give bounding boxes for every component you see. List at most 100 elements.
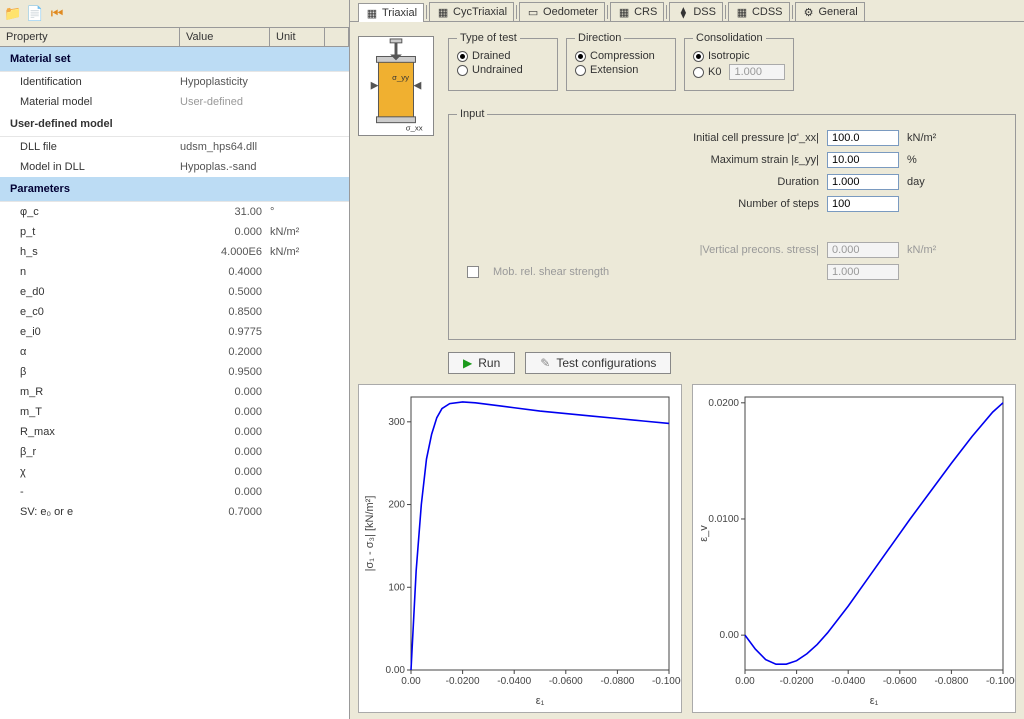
svg-text:-0.0200: -0.0200 <box>780 676 814 687</box>
tab-dss[interactable]: ⧫DSS <box>669 2 723 21</box>
param-row[interactable]: e_i00.9775 <box>0 322 349 342</box>
folder-icon[interactable]: 📁 <box>4 5 22 23</box>
new-doc-icon[interactable]: 📄 <box>26 5 44 23</box>
param-row[interactable]: m_R0.000 <box>0 382 349 402</box>
svg-text:100: 100 <box>388 582 405 593</box>
config-icon: ✎ <box>540 356 550 370</box>
svg-text:300: 300 <box>388 417 405 428</box>
col-unit[interactable]: Unit <box>270 28 325 46</box>
tab-icon: ⧫ <box>676 5 690 19</box>
radio-icon <box>457 65 468 76</box>
row-dll-file[interactable]: DLL file udsm_hps64.dll <box>0 137 349 157</box>
tab-icon: ▦ <box>436 5 450 19</box>
col-property[interactable]: Property <box>0 28 180 46</box>
radio-icon <box>693 67 704 78</box>
param-row[interactable]: α0.2000 <box>0 342 349 362</box>
svg-text:-0.1000: -0.1000 <box>652 676 681 687</box>
tab-separator <box>516 5 517 19</box>
test-config-button[interactable]: ✎ Test configurations <box>525 352 671 374</box>
param-row[interactable]: e_c00.8500 <box>0 302 349 322</box>
input-duration[interactable] <box>827 174 899 190</box>
radio-extension[interactable]: Extension <box>575 64 667 76</box>
param-row[interactable]: SV: e₀ or e0.7000 <box>0 502 349 522</box>
row-max-strain: Maximum strain |ε_yy| % <box>457 152 947 168</box>
svg-text:σ_yy: σ_yy <box>392 73 409 82</box>
input-steps[interactable] <box>827 196 899 212</box>
param-row[interactable]: -0.000 <box>0 482 349 502</box>
svg-text:-0.1000: -0.1000 <box>986 676 1015 687</box>
chart-ev-vs-eps1[interactable]: 0.00-0.0200-0.0400-0.0600-0.0800-0.10000… <box>692 384 1016 713</box>
section-udm: User-defined model <box>0 112 349 137</box>
result-charts: 0.00-0.0200-0.0400-0.0600-0.0800-0.10000… <box>358 384 1016 713</box>
svg-text:-0.0600: -0.0600 <box>883 676 917 687</box>
radio-isotropic[interactable]: Isotropic <box>693 50 785 62</box>
svg-text:-0.0400: -0.0400 <box>497 676 531 687</box>
tab-separator <box>666 5 667 19</box>
tab-triaxial[interactable]: ▦Triaxial <box>358 3 424 22</box>
test-panel: ▦Triaxial ▦CycTriaxial ▭Oedometer ▦CRS ⧫DSS ▦… <box>350 0 1024 719</box>
svg-text:ε₁: ε₁ <box>536 695 545 707</box>
fs-input: Input Initial cell pressure |σ'_xx| kN/m… <box>448 108 1016 340</box>
tab-general[interactable]: ⚙General <box>795 2 865 21</box>
param-row[interactable]: m_T0.000 <box>0 402 349 422</box>
tab-cyctriaxial[interactable]: ▦CycTriaxial <box>429 2 514 21</box>
param-row[interactable]: β0.9500 <box>0 362 349 382</box>
param-row[interactable]: χ0.000 <box>0 462 349 482</box>
param-row[interactable]: h_s4.000E6kN/m² <box>0 242 349 262</box>
radio-drained[interactable]: Drained <box>457 50 549 62</box>
radio-undrained[interactable]: Undrained <box>457 64 549 76</box>
svg-text:0.00: 0.00 <box>401 676 421 687</box>
left-toolbar: 📁 📄 ⏮ <box>0 0 349 28</box>
radio-icon <box>575 51 586 62</box>
tab-crs[interactable]: ▦CRS <box>610 2 664 21</box>
row-precons: |Vertical precons. stress| kN/m² <box>457 242 947 258</box>
param-row[interactable]: e_d00.5000 <box>0 282 349 302</box>
svg-text:200: 200 <box>388 500 405 511</box>
input-max-strain[interactable] <box>827 152 899 168</box>
svg-text:0.00: 0.00 <box>386 665 406 676</box>
col-tail <box>325 28 349 46</box>
tab-cdss[interactable]: ▦CDSS <box>728 2 790 21</box>
chart-q-vs-eps1[interactable]: 0.00-0.0200-0.0400-0.0600-0.0800-0.10000… <box>358 384 682 713</box>
section-parameters: Parameters <box>0 177 349 202</box>
param-row[interactable]: p_t0.000kN/m² <box>0 222 349 242</box>
tab-icon: ▭ <box>526 5 540 19</box>
col-value[interactable]: Value <box>180 28 270 46</box>
tab-oedometer[interactable]: ▭Oedometer <box>519 2 605 21</box>
svg-text:0.00: 0.00 <box>720 630 740 641</box>
radio-k0[interactable]: K0 1.000 <box>693 64 785 80</box>
radio-compression[interactable]: Compression <box>575 50 667 62</box>
input-precons <box>827 242 899 258</box>
row-identification[interactable]: Identification Hypoplasticity <box>0 72 349 92</box>
radio-icon <box>693 51 704 62</box>
section-material-set: Material set <box>0 47 349 72</box>
tab-separator <box>607 5 608 19</box>
triaxial-config: σ_yy σ_xx Type of test Drained Undrained… <box>358 30 1016 375</box>
svg-text:0.0200: 0.0200 <box>708 398 739 409</box>
svg-text:0.0100: 0.0100 <box>708 514 739 525</box>
param-row[interactable]: β_r0.000 <box>0 442 349 462</box>
param-row[interactable]: φ_c31.00° <box>0 202 349 222</box>
checkbox-mob[interactable] <box>467 266 479 278</box>
tab-separator <box>792 5 793 19</box>
test-tabs: ▦Triaxial ▦CycTriaxial ▭Oedometer ▦CRS ⧫DSS ▦… <box>350 0 1024 22</box>
input-cell-pressure[interactable] <box>827 130 899 146</box>
param-row[interactable]: R_max0.000 <box>0 422 349 442</box>
property-panel: 📁 📄 ⏮ Property Value Unit Material set I… <box>0 0 350 719</box>
fs-direction: Direction Compression Extension <box>566 32 676 91</box>
tab-separator <box>725 5 726 19</box>
radio-icon <box>575 65 586 76</box>
tab-icon: ▦ <box>365 6 379 20</box>
row-material-model[interactable]: Material model User-defined <box>0 92 349 112</box>
svg-text:-0.0600: -0.0600 <box>549 676 583 687</box>
tab-separator <box>426 5 427 19</box>
row-model-in-dll[interactable]: Model in DLL Hypoplas.-sand <box>0 157 349 177</box>
tab-icon: ⚙ <box>802 5 816 19</box>
input-mob <box>827 264 899 280</box>
param-row[interactable]: n0.4000 <box>0 262 349 282</box>
rewind-icon[interactable]: ⏮ <box>48 5 66 23</box>
tab-icon: ▦ <box>617 5 631 19</box>
run-button[interactable]: ▶ Run <box>448 352 515 374</box>
fs-type-of-test: Type of test Drained Undrained <box>448 32 558 91</box>
property-grid-body[interactable]: Material set Identification Hypoplastici… <box>0 47 349 718</box>
